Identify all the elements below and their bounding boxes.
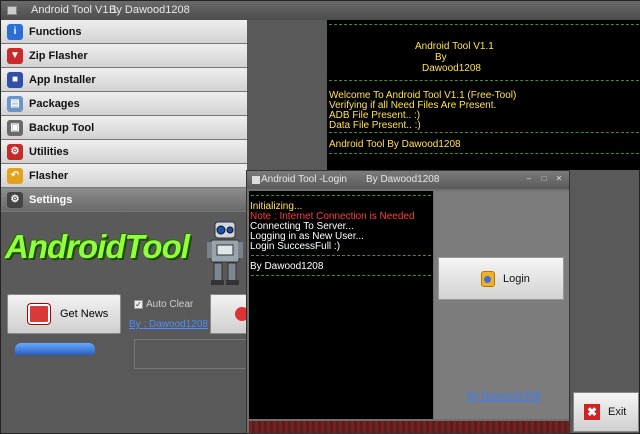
divider bbox=[329, 24, 639, 25]
login-author: By Dawood1208 bbox=[366, 174, 440, 185]
window-title: Android Tool V1.1 bbox=[31, 4, 118, 16]
login-title-bar: Android Tool -Login By Dawood1208 – □ ✕ bbox=[247, 171, 569, 189]
author-link[interactable]: By Dawood1208 bbox=[467, 391, 540, 402]
minimize-icon[interactable]: – bbox=[524, 175, 534, 184]
exit-button[interactable]: ✖ Exit bbox=[573, 392, 639, 432]
logo-text: AndroidTool bbox=[5, 228, 190, 265]
login-dialog: Android Tool -Login By Dawood1208 – □ ✕ … bbox=[246, 170, 570, 434]
login-console-line: Login SuccessFull :) bbox=[250, 241, 341, 252]
lock-icon bbox=[481, 270, 495, 287]
get-news-label: Get News bbox=[60, 308, 109, 320]
login-status-strip bbox=[249, 421, 569, 433]
get-news-button[interactable]: Get News bbox=[7, 294, 121, 334]
menu-item-label: Settings bbox=[29, 193, 73, 206]
author-link[interactable]: By : Dawood1208 bbox=[129, 319, 208, 330]
backup-icon: ▣ bbox=[7, 119, 23, 136]
side-menu: i Functions ▼ Zip Flasher ■ App Installe… bbox=[1, 20, 247, 212]
console-footer: Android Tool By Dawood1208 bbox=[329, 139, 461, 150]
divider bbox=[251, 255, 431, 256]
maximize-icon[interactable]: □ bbox=[539, 175, 549, 184]
menu-item-utilities[interactable]: ⚙ Utilities bbox=[1, 140, 247, 164]
menu-item-settings[interactable]: ⚙ Settings bbox=[1, 188, 247, 212]
divider bbox=[329, 80, 639, 81]
robot-icon bbox=[207, 221, 243, 285]
menu-item-functions[interactable]: i Functions bbox=[1, 20, 247, 44]
flasher-arrow-icon: ↶ bbox=[7, 167, 23, 184]
menu-item-flasher[interactable]: ↶ Flasher bbox=[1, 164, 247, 188]
menu-item-label: Functions bbox=[29, 25, 82, 38]
window-author: By Dawood1208 bbox=[109, 4, 190, 16]
login-console: Initializing... Note : Internet Connecti… bbox=[249, 191, 433, 419]
menu-item-label: Utilities bbox=[29, 145, 69, 158]
auto-clear-checkbox[interactable]: ✓ Auto Clear bbox=[134, 299, 193, 310]
login-side-panel: Login By Dawood1208 bbox=[434, 191, 569, 419]
login-console-footer: By Dawood1208 bbox=[250, 261, 324, 272]
close-icon: ✖ bbox=[584, 404, 600, 420]
menu-item-label: Flasher bbox=[29, 169, 69, 182]
logo-area: AndroidTool bbox=[1, 212, 247, 292]
menu-item-zip-flasher[interactable]: ▼ Zip Flasher bbox=[1, 44, 247, 68]
login-button[interactable]: Login bbox=[438, 257, 564, 300]
main-console: Android Tool V1.1 By Dawood1208 Welcome … bbox=[327, 20, 640, 170]
menu-item-packages[interactable]: ▤ Packages bbox=[1, 92, 247, 116]
menu-item-label: Packages bbox=[29, 97, 80, 110]
app-installer-icon: ■ bbox=[7, 71, 23, 88]
news-icon bbox=[28, 304, 50, 324]
zip-down-arrow-icon: ▼ bbox=[7, 47, 23, 64]
exit-label: Exit bbox=[608, 406, 627, 418]
functions-icon: i bbox=[7, 23, 23, 40]
divider bbox=[329, 132, 639, 133]
empty-panel bbox=[134, 339, 247, 369]
menu-item-app-installer[interactable]: ■ App Installer bbox=[1, 68, 247, 92]
menu-item-label: Backup Tool bbox=[29, 121, 95, 134]
divider bbox=[251, 275, 431, 276]
checkbox-check-icon: ✓ bbox=[134, 300, 143, 309]
close-icon[interactable]: ✕ bbox=[554, 175, 564, 184]
menu-item-label: App Installer bbox=[29, 73, 96, 86]
console-header-author: Dawood1208 bbox=[422, 63, 481, 74]
login-label: Login bbox=[503, 272, 530, 285]
console-line: Data File Present.. :) bbox=[329, 120, 421, 131]
packages-icon: ▤ bbox=[7, 95, 23, 112]
donate-button[interactable] bbox=[15, 343, 95, 355]
secondary-button[interactable] bbox=[210, 294, 249, 334]
title-bar: Android Tool V1.1 By Dawood1208 bbox=[1, 1, 640, 20]
console-header-title: Android Tool V1.1 bbox=[415, 41, 494, 52]
divider bbox=[329, 153, 639, 154]
auto-clear-label: Auto Clear bbox=[146, 299, 194, 310]
app-icon bbox=[7, 6, 17, 15]
menu-item-backup-tool[interactable]: ▣ Backup Tool bbox=[1, 116, 247, 140]
menu-item-label: Zip Flasher bbox=[29, 49, 88, 62]
gear-icon: ⚙ bbox=[7, 191, 23, 208]
utilities-icon: ⚙ bbox=[7, 143, 23, 160]
login-title: Android Tool -Login bbox=[261, 174, 347, 185]
console-header-by: By bbox=[435, 52, 447, 63]
dialog-icon bbox=[252, 176, 260, 184]
divider bbox=[251, 195, 431, 196]
